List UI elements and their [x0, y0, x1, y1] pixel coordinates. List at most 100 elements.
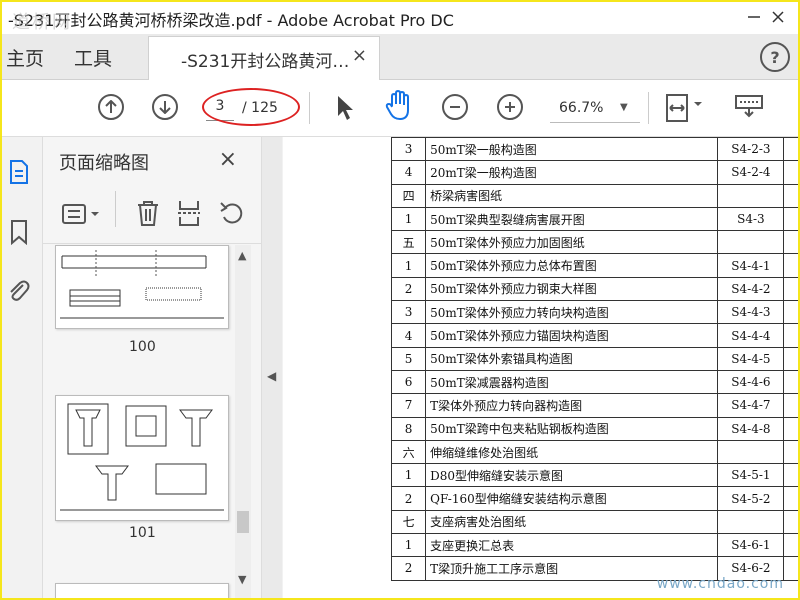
thumbnails-scrollbar[interactable]: ▲ ▼ — [235, 245, 251, 598]
cell-name: 50mT梁一般构造图 — [425, 137, 719, 162]
scroll-up-icon[interactable]: ▲ — [238, 249, 246, 262]
cell-name: 50mT梁体外预应力锚固块构造图 — [425, 323, 719, 348]
attachment-icon[interactable] — [6, 277, 30, 307]
cell-code — [717, 183, 785, 208]
cell-code: S4-6-1 — [717, 533, 785, 558]
prev-page-icon[interactable] — [98, 94, 124, 120]
cell-no: 2 — [390, 486, 427, 511]
thumbnail-page[interactable] — [55, 245, 229, 329]
left-nav-rail — [2, 137, 43, 598]
drawing-index-table: 3 50mT梁一般构造图 S4-2-3 4 20mT梁一般构造图 S4-2-4 四桥梁病害图… — [390, 137, 798, 581]
cell-no: 2 — [390, 276, 427, 302]
table-row: 3 50mT梁体外预应力转向块构造图 S4-4-3 — [390, 300, 798, 325]
table-row: 六伸缩缝维修处治图纸 — [390, 439, 798, 465]
toolbar: 3 / 125 66.7% ▼ — [2, 80, 798, 137]
highlight-oval-annotation — [202, 88, 300, 126]
pane-close-icon[interactable]: × — [219, 147, 237, 172]
document-view[interactable]: 3 50mT梁一般构造图 S4-2-3 4 20mT梁一般构造图 S4-2-4 四桥梁病害图… — [283, 137, 798, 598]
collapse-arrow-icon[interactable]: ◀ — [267, 369, 276, 383]
cell-code: S4-2-4 — [717, 160, 785, 185]
table-row: 2 50mT梁体外预应力钢束大样图 S4-4-2 — [390, 276, 798, 302]
toolbar-divider — [309, 92, 310, 124]
cell-code — [717, 439, 785, 465]
extract-pages-icon[interactable] — [176, 199, 202, 231]
cell-no: 1 — [390, 253, 427, 278]
cell-code: S4-4-3 — [717, 300, 785, 325]
cell-code: S4-3 — [717, 206, 785, 232]
cell-name: 50mT梁减震器构造图 — [425, 369, 719, 395]
hand-tool-icon[interactable] — [384, 89, 414, 126]
cell-name: 支座更换汇总表 — [425, 533, 719, 558]
cell-extra — [783, 509, 798, 535]
cell-name: 桥梁病害图纸 — [425, 183, 719, 208]
thumbnail-label: 100 — [129, 339, 156, 355]
table-row: 1 50mT梁典型裂缝病害展开图 S4-3 — [390, 206, 798, 232]
watermark-logo: 道桥网 — [12, 12, 72, 33]
rotate-icon[interactable] — [218, 199, 246, 231]
close-window-icon[interactable] — [766, 6, 790, 28]
cell-code: S4-2-3 — [717, 137, 785, 162]
cell-name: 50mT梁体外预应力钢束大样图 — [425, 276, 719, 302]
minimize-icon[interactable] — [742, 6, 766, 28]
thumbnail-label: 101 — [129, 525, 156, 541]
cell-no: 四 — [390, 183, 427, 208]
delete-trash-icon[interactable] — [135, 199, 161, 231]
table-row: 3 50mT梁一般构造图 S4-2-3 — [390, 137, 798, 162]
tab-document[interactable]: -S231开封公路黄河… × — [148, 36, 380, 80]
footer-watermark: www.cndao.com — [656, 576, 784, 592]
table-row: 5 50mT梁体外索锚具构造图 S4-4-5 — [390, 346, 798, 371]
next-page-icon[interactable] — [152, 94, 178, 120]
cell-code: S4-4-4 — [717, 323, 785, 348]
cell-no: 七 — [390, 509, 427, 535]
thumbnail-page[interactable] — [55, 583, 229, 598]
zoom-out-icon[interactable] — [442, 94, 468, 120]
cell-extra — [783, 206, 798, 232]
scroll-thumb[interactable] — [237, 511, 249, 533]
pane-title: 页面缩略图 — [59, 153, 149, 174]
cell-name: 50mT梁体外预应力总体布置图 — [425, 253, 719, 278]
cell-code: S4-4-5 — [717, 346, 785, 371]
window-title: -S231开封公路黄河桥桥梁改造.pdf - Adobe Acrobat Pro… — [8, 11, 454, 30]
table-row: 1 支座更换汇总表 S4-6-1 — [390, 533, 798, 558]
table-row: 七支座病害处治图纸 — [390, 509, 798, 535]
cell-no: 2 — [390, 556, 427, 581]
help-icon[interactable]: ? — [760, 42, 790, 72]
pane-collapse-handle[interactable]: ◀ — [262, 137, 282, 598]
cell-extra — [783, 346, 798, 371]
cell-code: S4-5-1 — [717, 463, 785, 488]
cell-extra — [783, 300, 798, 325]
table-row: 1 D80型伸缩缝安装示意图 S4-5-1 — [390, 463, 798, 488]
table-row: 五 50mT梁体外预应力加固图纸 — [390, 230, 798, 255]
select-arrow-icon[interactable] — [335, 94, 355, 126]
zoom-level[interactable]: 66.7% — [559, 100, 603, 116]
cell-no: 1 — [390, 206, 427, 232]
cell-extra — [783, 253, 798, 278]
menu-home[interactable]: 主页 — [6, 44, 44, 71]
options-menu-icon[interactable] — [61, 203, 101, 231]
page-thumbnails-icon[interactable] — [8, 159, 30, 189]
cell-code — [717, 509, 785, 535]
table-row: 8 50mT梁跨中包夹粘贴钢板构造图 S4-4-8 — [390, 416, 798, 441]
zoom-dropdown-icon[interactable]: ▼ — [620, 102, 628, 113]
cell-extra — [783, 439, 798, 465]
app-window: -S231开封公路黄河桥桥梁改造.pdf - Adobe Acrobat Pro… — [0, 0, 800, 600]
menu-tools[interactable]: 工具 — [74, 44, 112, 71]
cell-name: 50mT梁体外预应力转向块构造图 — [425, 300, 719, 325]
pane-divider — [115, 191, 116, 227]
scroll-down-icon[interactable]: ▼ — [238, 573, 246, 586]
fit-page-icon[interactable] — [664, 92, 704, 128]
cell-name: 伸缩缝维修处治图纸 — [425, 439, 719, 465]
keyboard-icon[interactable] — [734, 94, 764, 124]
cell-extra — [783, 323, 798, 348]
cell-code: S4-4-6 — [717, 369, 785, 395]
bookmark-icon[interactable] — [8, 219, 30, 249]
cell-extra — [783, 533, 798, 558]
cell-no: 8 — [390, 416, 427, 441]
thumbnail-page[interactable] — [55, 395, 229, 521]
title-bar: -S231开封公路黄河桥桥梁改造.pdf - Adobe Acrobat Pro… — [2, 2, 798, 34]
zoom-in-icon[interactable] — [497, 94, 523, 120]
cell-no: 1 — [390, 533, 427, 558]
cell-extra — [783, 463, 798, 488]
table-row: 6 50mT梁减震器构造图 S4-4-6 — [390, 369, 798, 395]
tab-close-icon[interactable]: × — [352, 45, 367, 66]
